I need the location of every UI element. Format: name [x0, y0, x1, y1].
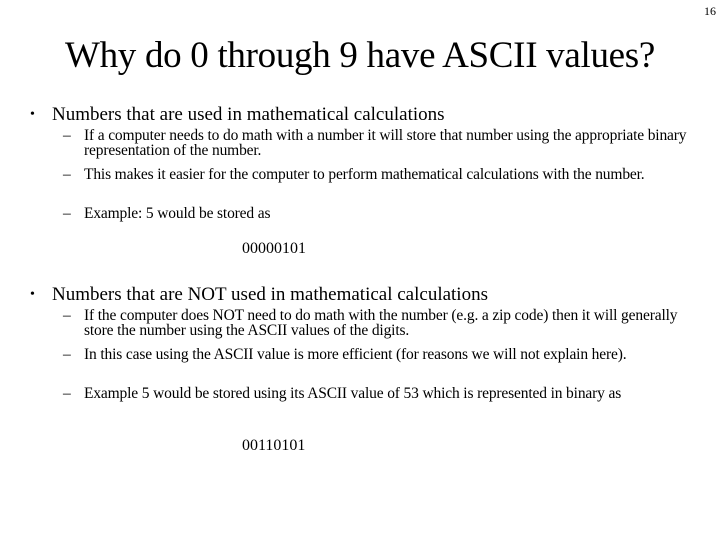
- bullet-icon: •: [30, 287, 35, 302]
- dash-icon: –: [63, 166, 71, 183]
- slide-number: 16: [704, 4, 716, 18]
- sub-item: – If a computer needs to do math with a …: [63, 127, 693, 159]
- binary-value: 00110101: [242, 437, 306, 454]
- sub-item-text: Example 5 would be stored using its ASCI…: [84, 385, 622, 402]
- sub-item: – If the computer does NOT need to do ma…: [63, 307, 693, 339]
- sub-item-text: Example: 5 would be stored as: [84, 205, 271, 222]
- dash-icon: –: [63, 127, 71, 144]
- bullet-text: Numbers that are used in mathematical ca…: [52, 104, 445, 125]
- sub-item-text: If the computer does NOT need to do math…: [84, 307, 678, 339]
- slide-title: Why do 0 through 9 have ASCII values?: [64, 35, 656, 76]
- dash-icon: –: [63, 307, 71, 324]
- bullet-icon: •: [30, 107, 35, 122]
- dash-icon: –: [63, 346, 71, 363]
- sub-item-text: This makes it easier for the computer to…: [84, 166, 645, 183]
- binary-value: 00000101: [242, 240, 306, 257]
- sub-item-text: In this case using the ASCII value is mo…: [84, 346, 627, 363]
- sub-item: – In this case using the ASCII value is …: [63, 346, 693, 363]
- sub-item: – Example: 5 would be stored as: [63, 205, 693, 222]
- sub-item-text: If a computer needs to do math with a nu…: [84, 127, 687, 159]
- sub-item: – Example 5 would be stored using its AS…: [63, 385, 693, 402]
- dash-icon: –: [63, 205, 71, 222]
- dash-icon: –: [63, 385, 71, 402]
- bullet-text: Numbers that are NOT used in mathematica…: [52, 284, 488, 305]
- sub-item: – This makes it easier for the computer …: [63, 166, 693, 183]
